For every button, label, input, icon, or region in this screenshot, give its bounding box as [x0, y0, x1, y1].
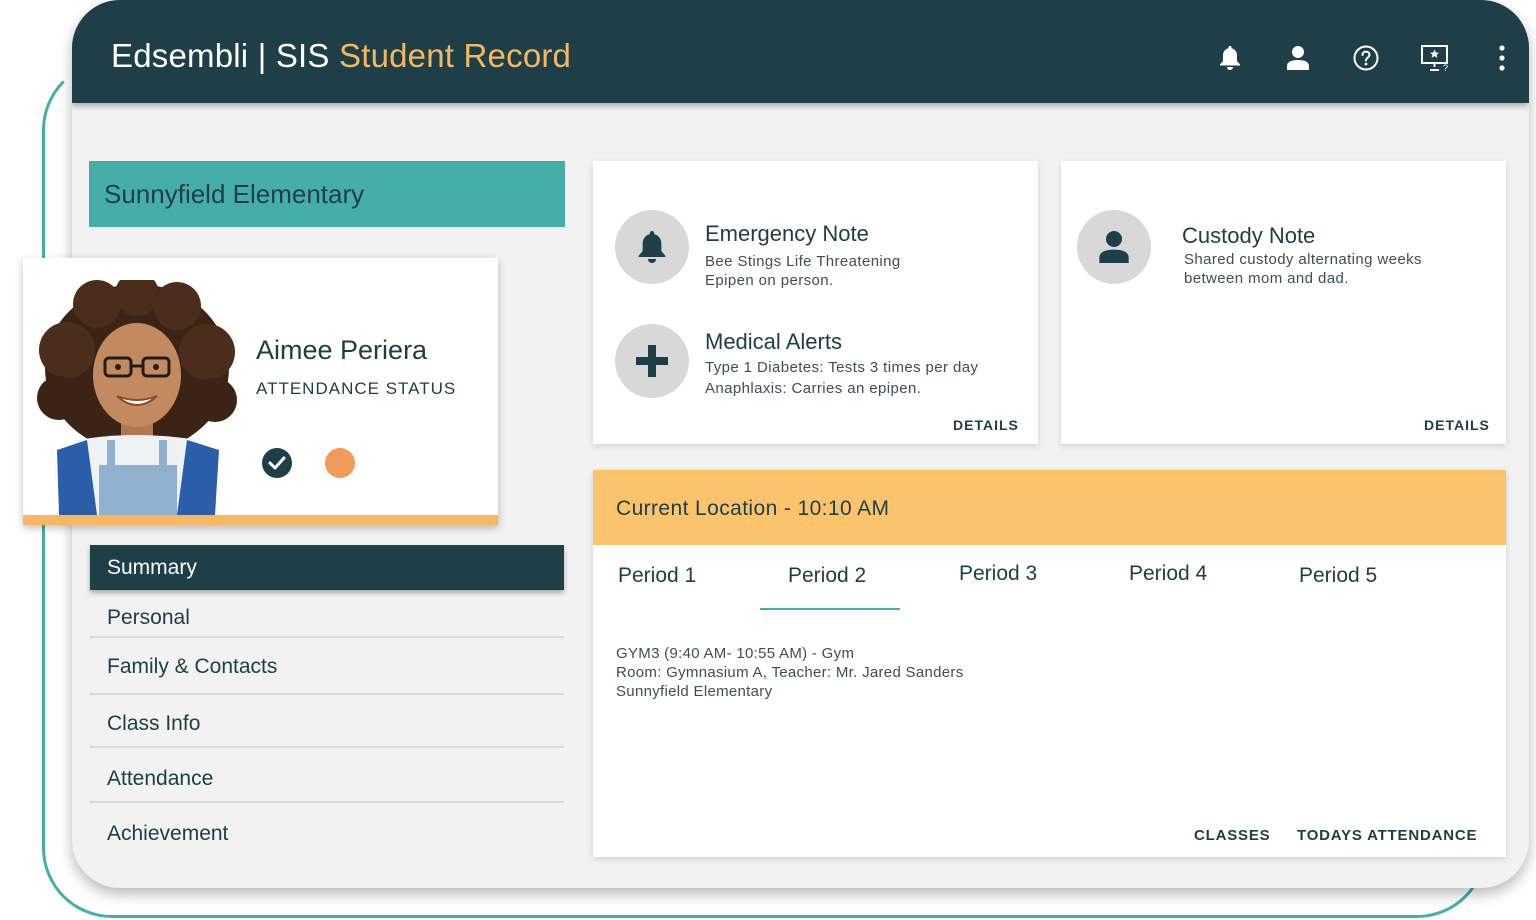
student-card-accent-strip [23, 515, 498, 525]
school-banner: Sunnyfield Elementary [89, 161, 565, 227]
svg-text:?: ? [1443, 63, 1448, 72]
presentation-icon[interactable]: ? [1415, 38, 1455, 78]
medical-alerts-line1: Type 1 Diabetes: Tests 3 times per day [705, 359, 979, 376]
user-icon[interactable] [1278, 38, 1318, 78]
tab-period-2[interactable]: Period 2 [788, 564, 866, 588]
classes-link[interactable]: CLASSES [1194, 827, 1270, 844]
attendance-status-label: ATTENDANCE STATUS [256, 379, 457, 398]
user-icon [1077, 210, 1151, 284]
custody-note-line1: Shared custody alternating weeks [1184, 251, 1422, 268]
brand-name: Edsembli | SIS [111, 37, 330, 74]
class-line-1: GYM3 (9:40 AM- 10:55 AM) - Gym [616, 645, 855, 662]
location-bar: Current Location - 10:10 AM [593, 470, 1506, 545]
current-location-card: Current Location - 10:10 AM Period 1 Per… [593, 470, 1506, 857]
nav-item-summary[interactable]: Summary [90, 545, 564, 590]
more-vertical-icon[interactable] [1482, 38, 1522, 78]
tab-period-1[interactable]: Period 1 [618, 564, 696, 588]
app-title: Edsembli | SIS Student Record [111, 37, 571, 75]
tab-period-3[interactable]: Period 3 [959, 562, 1037, 586]
medical-alerts-line2: Anaphlaxis: Carries an epipen. [705, 380, 922, 397]
student-photo [37, 280, 239, 515]
nav-item-achievement[interactable]: Achievement [90, 803, 564, 859]
tab-period-4[interactable]: Period 4 [1129, 562, 1207, 586]
bell-icon [615, 210, 689, 284]
medical-alerts-title: Medical Alerts [705, 329, 842, 354]
nav-item-class-info[interactable]: Class Info [90, 695, 564, 748]
section-name: Student Record [339, 37, 572, 74]
student-name: Aimee Periera [256, 335, 428, 365]
alerts-card: Emergency Note Bee Stings Life Threateni… [593, 161, 1038, 444]
current-location-title: Current Location - 10:10 AM [616, 497, 890, 520]
app-header: Edsembli | SIS Student Record ? [72, 0, 1529, 103]
emergency-note-line2: Epipen on person. [705, 272, 834, 289]
check-icon [262, 448, 292, 478]
selected-tab-indicator [760, 608, 900, 610]
nav-item-attendance[interactable]: Attendance [90, 748, 564, 803]
emergency-note-title: Emergency Note [705, 221, 869, 246]
help-icon[interactable] [1346, 38, 1386, 78]
custody-card: Custody Note Shared custody alternating … [1061, 161, 1506, 444]
status-indicator-dot [325, 448, 355, 478]
bell-icon[interactable] [1210, 38, 1250, 78]
class-details: GYM3 (9:40 AM- 10:55 AM) - Gym Room: Gym… [616, 644, 964, 701]
student-card: Aimee Periera ATTENDANCE STATUS [23, 258, 498, 525]
custody-note-title: Custody Note [1182, 223, 1316, 248]
custody-note-line2: between mom and dad. [1184, 270, 1349, 287]
custody-details-link[interactable]: DETAILS [1424, 417, 1490, 433]
todays-attendance-link[interactable]: TODAYS ATTENDANCE [1297, 827, 1477, 844]
class-line-2: Room: Gymnasium A, Teacher: Mr. Jared Sa… [616, 664, 964, 681]
sidebar-nav: Summary Personal Family & Contacts Class… [90, 545, 564, 859]
class-line-3: Sunnyfield Elementary [616, 683, 773, 700]
nav-item-personal[interactable]: Personal [90, 590, 564, 638]
details-link[interactable]: DETAILS [953, 417, 1019, 433]
nav-item-family-contacts[interactable]: Family & Contacts [90, 638, 564, 695]
tab-period-5[interactable]: Period 5 [1299, 564, 1377, 588]
emergency-note-line1: Bee Stings Life Threatening [705, 253, 901, 270]
plus-icon [615, 324, 689, 398]
